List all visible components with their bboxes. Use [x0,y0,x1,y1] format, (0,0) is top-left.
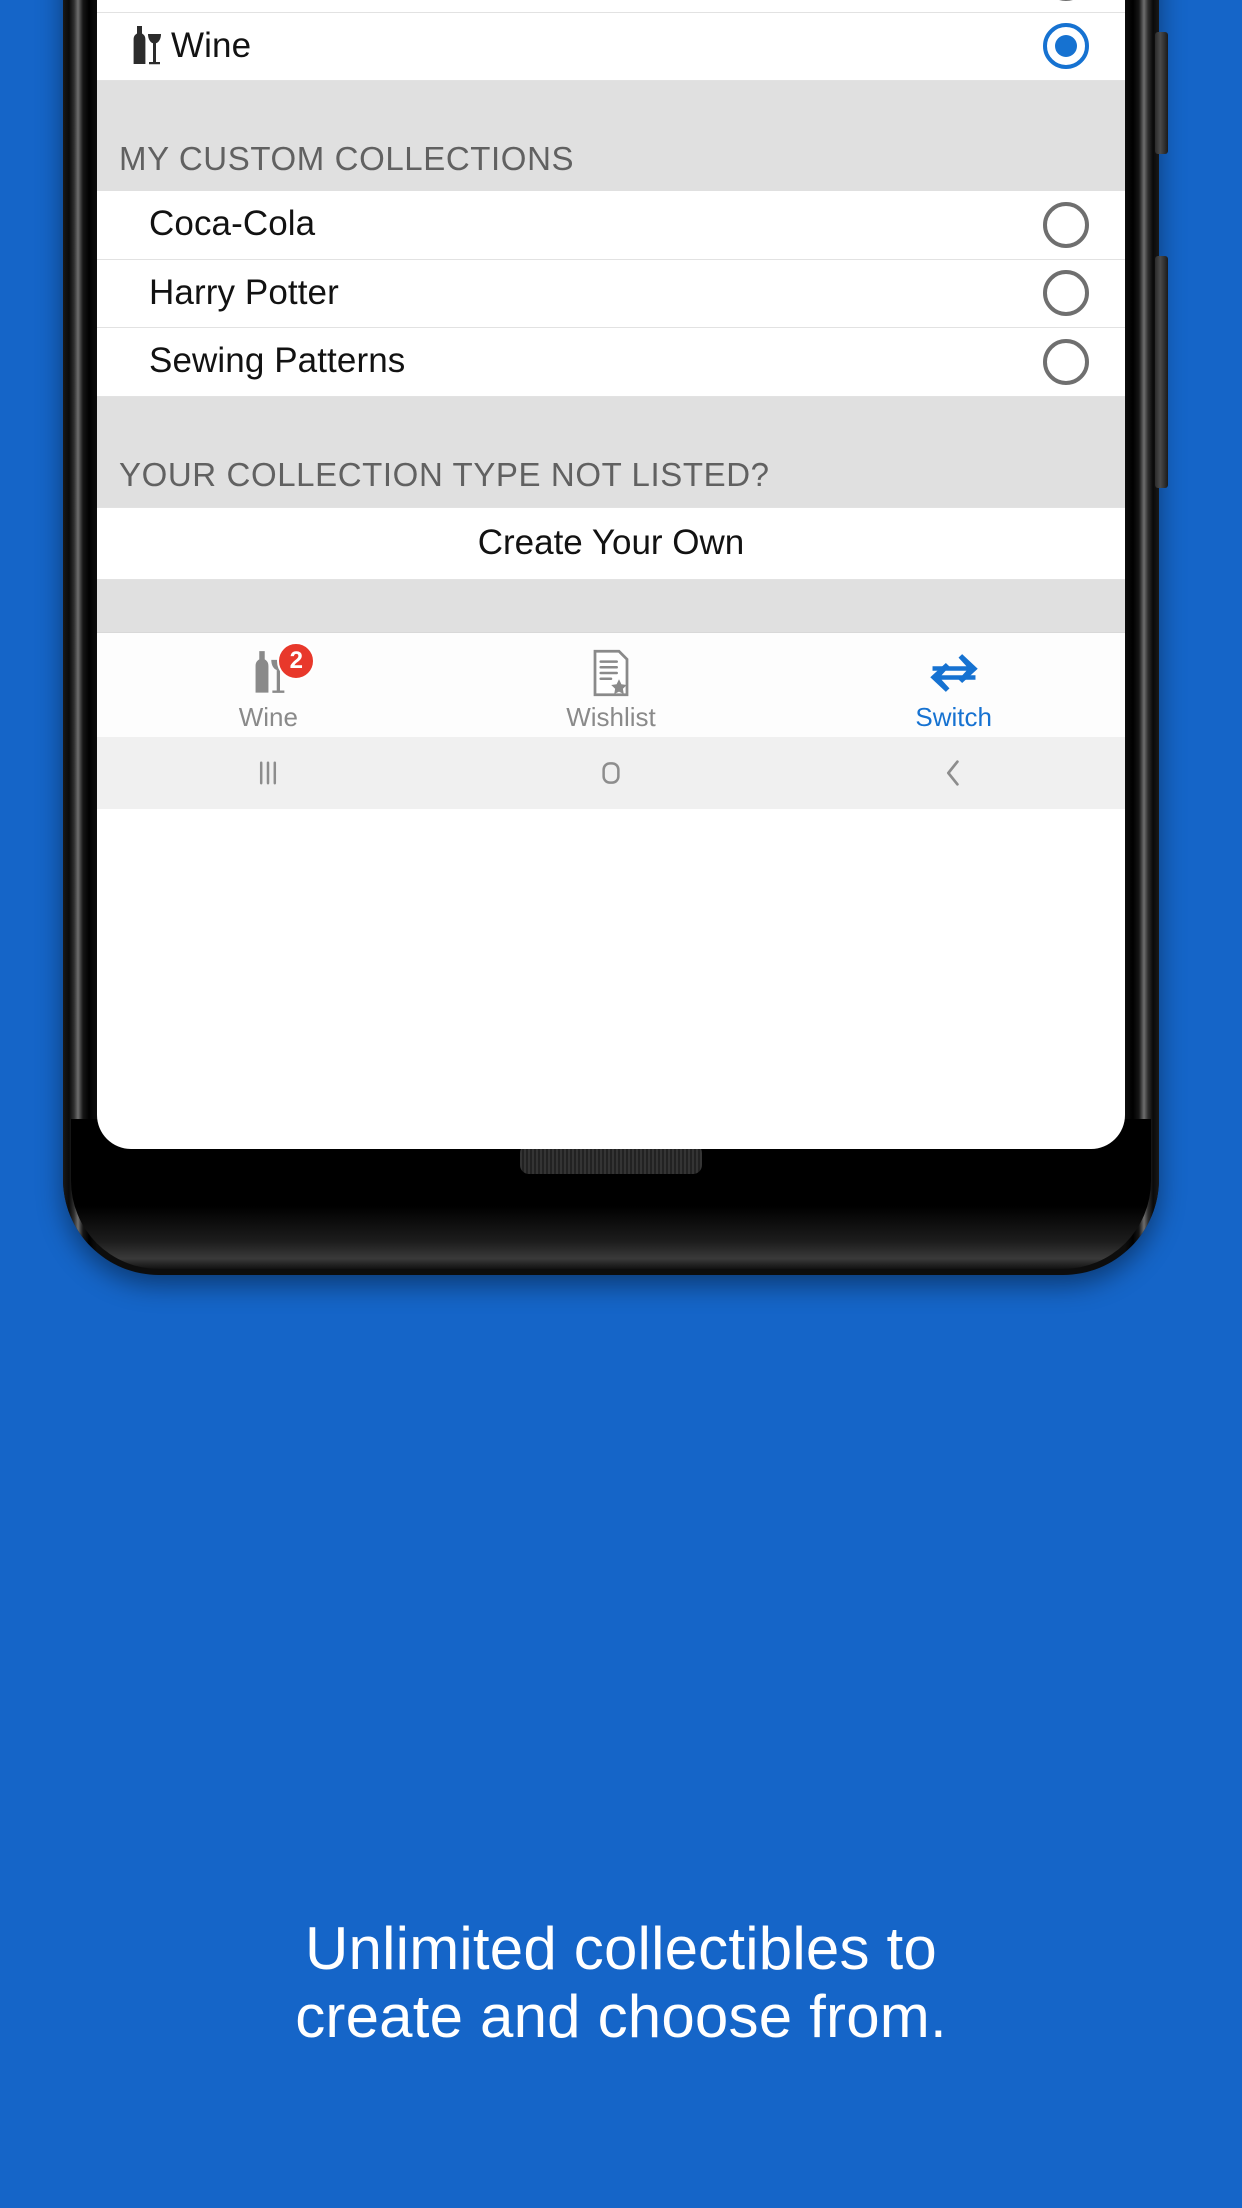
custom-row-coca-cola[interactable]: Coca-Cola [97,191,1125,260]
wine-icon [119,24,171,68]
tab-switch[interactable]: Switch [782,633,1125,737]
phone-screen: Stamps Toy Cars [97,0,1125,1149]
create-your-own-label: Create Your Own [477,523,745,562]
collection-radio-wine[interactable] [1043,23,1089,70]
caption: Unlimited collectibles to create and cho… [0,1915,1242,2051]
not-listed-header-label: YOUR COLLECTION TYPE NOT LISTED? [119,455,770,493]
create-your-own-button[interactable]: Create Your Own [97,506,1125,580]
power-button[interactable] [1155,32,1168,154]
wishlist-document-icon [591,646,631,700]
custom-radio-harry-potter[interactable] [1043,270,1089,317]
switch-arrows-icon [928,646,980,700]
android-nav-bar [97,736,1125,809]
volume-button[interactable] [1155,256,1168,488]
custom-radio-coca-cola[interactable] [1043,201,1089,248]
back-icon[interactable] [782,756,1125,790]
custom-label: Harry Potter [149,272,339,312]
recents-icon[interactable] [97,756,440,790]
custom-collections-header-label: MY CUSTOM COLLECTIONS [119,140,575,177]
list-bottom-spacer [97,579,1125,632]
bottom-tab-bar: 2 Wine Wishlist Switch [97,631,1125,737]
custom-row-harry-potter[interactable]: Harry Potter [97,259,1125,328]
custom-radio-sewing-patterns[interactable] [1043,338,1089,385]
custom-collections-list: Coca-Cola Harry Potter Sewing Patterns [97,191,1125,397]
tab-wishlist-label: Wishlist [566,701,656,732]
tab-switch-label: Switch [915,701,992,732]
caption-line-1: Unlimited collectibles to [305,1915,937,1982]
tab-wishlist[interactable]: Wishlist [440,633,783,737]
custom-collections-header: MY CUSTOM COLLECTIONS [97,81,1125,191]
caption-line-2: create and choose from. [295,1982,947,2050]
custom-label: Sewing Patterns [149,341,406,381]
phone-frame: Stamps Toy Cars [63,0,1168,1275]
custom-row-sewing-patterns[interactable]: Sewing Patterns [97,328,1125,397]
custom-label: Coca-Cola [149,204,316,244]
wine-tab-badge: 2 [277,641,316,680]
collection-row-watches[interactable]: Watches [97,0,1125,13]
collection-label: Wine [171,25,252,65]
tab-wine[interactable]: 2 Wine [97,633,440,737]
tab-wine-label: Wine [238,701,298,732]
standard-collections-list: Stamps Toy Cars [97,0,1125,81]
collection-row-wine[interactable]: Wine [97,12,1125,81]
collection-radio-watches[interactable] [1043,0,1089,1]
not-listed-header: YOUR COLLECTION TYPE NOT LISTED? [97,396,1125,507]
home-icon[interactable] [440,756,783,790]
wine-bottle-glass-icon: 2 [247,641,316,700]
